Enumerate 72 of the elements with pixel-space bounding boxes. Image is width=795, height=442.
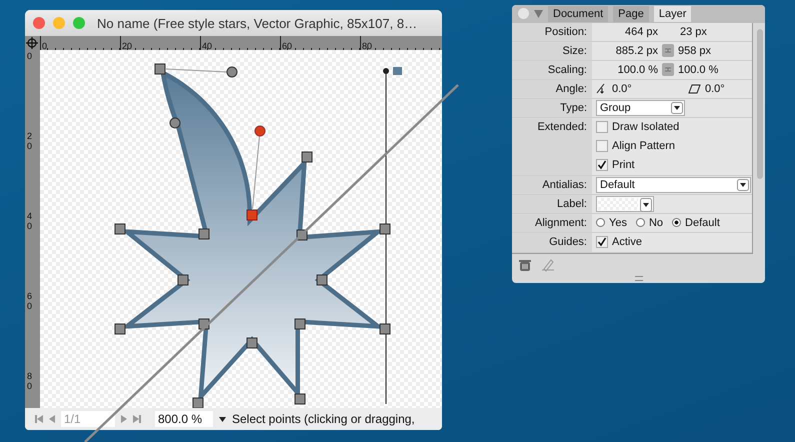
caret-icon[interactable] <box>737 178 749 191</box>
radio-button[interactable] <box>636 218 645 228</box>
checkbox-label: Print <box>612 159 635 172</box>
field-label: Label: <box>557 198 587 210</box>
value-text[interactable]: 958 px <box>678 44 712 57</box>
value-text[interactable]: 0.0° <box>612 82 672 95</box>
disclosure-icon[interactable] <box>534 10 543 18</box>
link-button[interactable] <box>662 63 674 76</box>
caret-icon[interactable] <box>640 198 652 212</box>
close-button[interactable] <box>518 8 529 20</box>
resize-handle[interactable] <box>634 276 642 281</box>
status-text: Select points (clicking or dragging, <box>232 412 415 426</box>
ruler-label: 0 <box>26 50 34 62</box>
trash-icon[interactable] <box>518 258 532 272</box>
value-text[interactable]: 23 px <box>680 26 707 38</box>
field-label: Type: <box>560 102 587 114</box>
value-text[interactable]: 0.0° <box>705 82 765 95</box>
caret-icon[interactable] <box>671 102 683 114</box>
radio-label: Default <box>685 216 720 229</box>
dropdown[interactable]: Group <box>596 100 685 116</box>
value-text[interactable]: 464 px <box>596 26 658 38</box>
color-swatch-dropdown[interactable] <box>596 196 654 212</box>
zoom-field[interactable]: 800.0 % <box>155 411 213 427</box>
value-text[interactable]: 100.0 % <box>678 64 718 76</box>
window-title: No name (Free style stars, Vector Graphic, 85x107, 8… <box>97 16 418 30</box>
next-page-icon[interactable] <box>121 415 127 423</box>
radio-button[interactable] <box>596 218 605 228</box>
edit-icon[interactable] <box>540 258 556 272</box>
tab[interactable]: Layer <box>654 6 692 22</box>
checkbox[interactable] <box>596 121 608 134</box>
field-label: Position: <box>544 26 587 38</box>
first-page-icon[interactable] <box>35 415 43 423</box>
field-label: Scaling: <box>548 64 587 76</box>
checkbox[interactable] <box>596 236 608 248</box>
checkbox[interactable] <box>596 159 608 172</box>
shear-icon <box>688 84 701 94</box>
tab[interactable]: Page <box>613 6 649 22</box>
checkbox-label: Active <box>612 236 642 248</box>
field-label: Angle: <box>556 82 587 95</box>
checkbox[interactable] <box>596 140 608 152</box>
ruler-label: 0 <box>41 41 48 51</box>
ruler-label: 20 <box>121 41 132 51</box>
value-text[interactable]: 100.0 % <box>596 64 658 76</box>
ruler-label: 60 <box>281 41 292 51</box>
radio-label: Yes <box>609 216 627 229</box>
star-path-drawing[interactable] <box>114 64 402 408</box>
ruler-label: 80 <box>26 370 34 392</box>
ruler-label: 60 <box>26 290 34 312</box>
field-label: Extended: <box>537 120 587 133</box>
field-label: Guides: <box>549 236 587 248</box>
scrollbar[interactable] <box>757 28 763 179</box>
value-text[interactable]: 885.2 px <box>596 44 658 57</box>
checkbox-label: Align Pattern <box>612 140 675 152</box>
dropdown[interactable]: Default <box>596 176 751 193</box>
field-label: Antialias: <box>542 178 587 191</box>
previous-page-icon[interactable] <box>49 415 55 423</box>
close-button[interactable] <box>33 17 45 29</box>
last-page-icon[interactable] <box>133 415 141 423</box>
ruler-label: 20 <box>26 130 34 152</box>
field-label: Size: <box>562 44 587 57</box>
radio-button[interactable] <box>672 218 682 228</box>
tab[interactable]: Document <box>548 6 608 22</box>
crosshair-icon[interactable] <box>26 37 38 49</box>
radio-label: No <box>648 216 664 229</box>
ruler-label: 40 <box>26 210 34 232</box>
field-label: Alignment: <box>535 216 587 229</box>
checkbox-label: Draw Isolated <box>612 121 680 134</box>
ruler-label: 80 <box>361 41 372 51</box>
zoom-button[interactable] <box>73 17 85 29</box>
caret-icon[interactable] <box>219 416 226 422</box>
ruler-label: 40 <box>201 41 212 51</box>
link-button[interactable] <box>662 44 674 58</box>
